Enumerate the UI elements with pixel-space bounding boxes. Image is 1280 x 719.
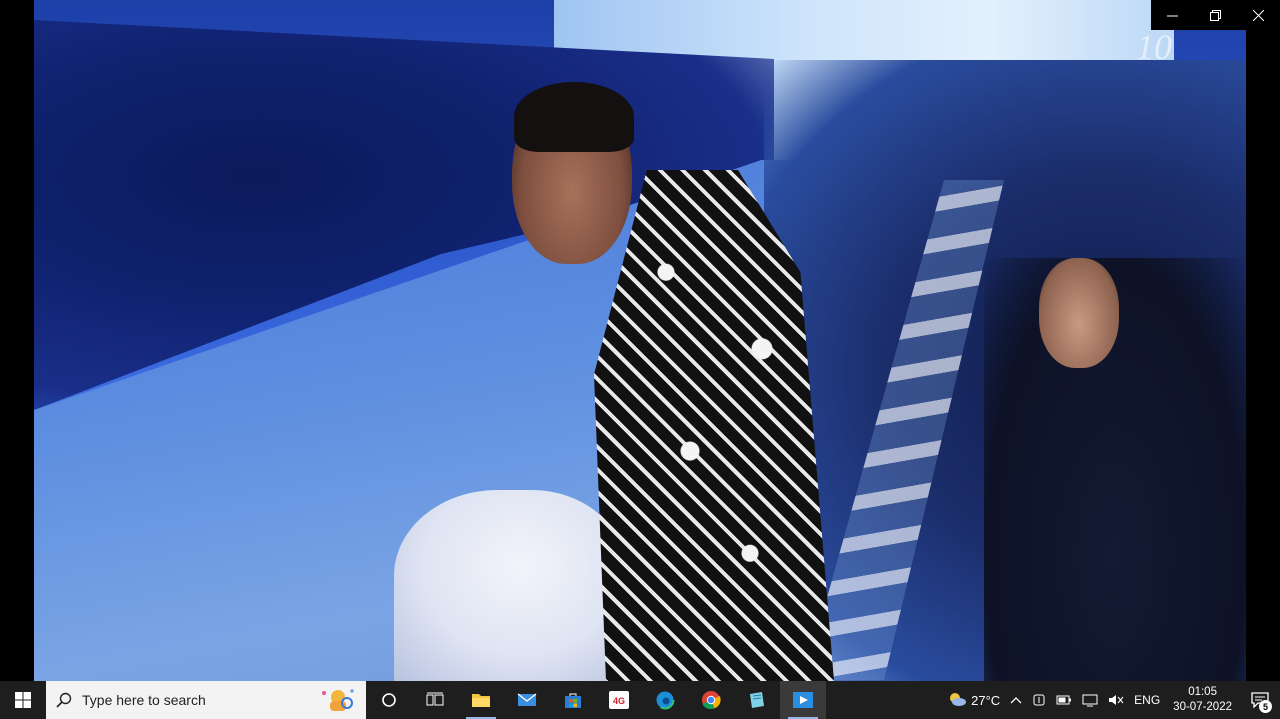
notepad-button[interactable] xyxy=(734,681,780,719)
app-4g-icon: 4G xyxy=(609,691,629,709)
battery-button[interactable] xyxy=(1051,681,1077,719)
clock[interactable]: 01:05 30-07-2022 xyxy=(1165,685,1240,715)
task-view-button[interactable] xyxy=(412,681,458,719)
action-center-button[interactable]: 5 xyxy=(1240,681,1280,719)
cortana-button[interactable] xyxy=(366,681,412,719)
chevron-up-icon xyxy=(1010,697,1022,704)
search-icon xyxy=(56,692,72,708)
task-view-icon xyxy=(426,692,444,706)
meet-now-button[interactable] xyxy=(1027,681,1051,719)
store-button[interactable] xyxy=(550,681,596,719)
show-hidden-icons-button[interactable] xyxy=(1005,681,1027,719)
network-button[interactable] xyxy=(1077,681,1103,719)
weather-widget[interactable]: 27°C xyxy=(942,681,1005,719)
weather-cloud-icon xyxy=(950,693,967,706)
taskbar: Type here to search 4G 27°C ENG 01:05 30… xyxy=(0,681,1280,719)
close-icon xyxy=(1253,9,1264,21)
search-box[interactable]: Type here to search xyxy=(46,681,366,719)
notepad-icon xyxy=(750,692,764,708)
seated-guest-dress xyxy=(394,490,624,681)
media-player-button[interactable] xyxy=(780,681,826,719)
minimize-button[interactable] xyxy=(1151,0,1194,30)
volume-muted-icon xyxy=(1109,695,1124,705)
stage-sign: 10 xyxy=(1136,27,1172,67)
clock-time: 01:05 xyxy=(1188,686,1217,698)
search-highlight-icon xyxy=(322,689,354,711)
restore-button[interactable] xyxy=(1194,0,1237,30)
window-controls xyxy=(1151,0,1280,30)
store-icon xyxy=(565,693,581,708)
search-placeholder: Type here to search xyxy=(82,692,206,708)
network-icon xyxy=(1082,694,1098,707)
photo-viewer-window: 10 xyxy=(0,0,1280,681)
notification-badge: 5 xyxy=(1259,700,1272,713)
chrome-button[interactable] xyxy=(688,681,734,719)
weather-temp: 27°C xyxy=(971,692,1001,708)
close-button[interactable] xyxy=(1237,0,1280,30)
clock-date: 30-07-2022 xyxy=(1173,701,1232,713)
mail-icon xyxy=(517,693,537,706)
seated-man-head xyxy=(1039,258,1119,368)
start-button[interactable] xyxy=(0,681,46,719)
cortana-icon xyxy=(382,693,396,707)
battery-icon xyxy=(1056,695,1072,705)
chrome-icon xyxy=(702,691,721,710)
meet-now-icon xyxy=(1033,694,1045,706)
edge-icon xyxy=(655,690,675,710)
minimize-icon xyxy=(1167,15,1178,16)
language-indicator[interactable]: ENG xyxy=(1129,681,1165,719)
edge-button[interactable] xyxy=(642,681,688,719)
windows-logo-icon xyxy=(15,692,31,708)
model-hair xyxy=(514,82,634,152)
restore-icon xyxy=(1210,9,1221,21)
file-explorer-button[interactable] xyxy=(458,681,504,719)
photo-image: 10 xyxy=(34,0,1246,681)
system-tray: 27°C ENG 01:05 30-07-2022 5 xyxy=(942,681,1280,719)
4g-app-button[interactable]: 4G xyxy=(596,681,642,719)
media-player-icon xyxy=(793,692,813,708)
folder-icon xyxy=(472,694,490,707)
mail-button[interactable] xyxy=(504,681,550,719)
svg-text:4G: 4G xyxy=(613,696,625,706)
volume-button[interactable] xyxy=(1103,681,1129,719)
